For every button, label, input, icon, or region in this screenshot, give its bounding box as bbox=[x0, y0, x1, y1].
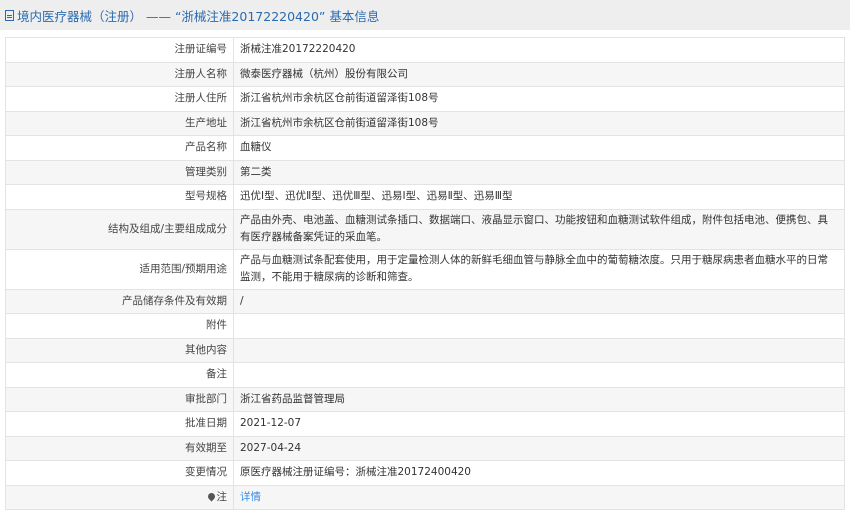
table-row: 产品储存条件及有效期 / bbox=[5, 288, 845, 314]
pin-icon bbox=[206, 491, 216, 502]
table-row: 产品名称 血糖仪 bbox=[5, 135, 845, 161]
table-row-note: 注详情 bbox=[5, 484, 845, 510]
table-row: 结构及组成/主要组成成分 产品由外壳、电池盖、血糖测试条插口、数据端口、液晶显示窗… bbox=[5, 208, 845, 250]
field-value: 产品由外壳、电池盖、血糖测试条插口、数据端口、液晶显示窗口、功能按钮和血糖测试软… bbox=[233, 208, 845, 250]
field-value: 微泰医疗器械（杭州）股份有限公司 bbox=[233, 61, 845, 87]
table-row: 变更情况 原医疗器械注册证编号：浙械注准20172400420 bbox=[5, 460, 845, 486]
table-row: 型号规格 迅优Ⅰ型、迅优Ⅱ型、迅优Ⅲ型、迅易Ⅰ型、迅易Ⅱ型、迅易Ⅲ型 bbox=[5, 184, 845, 210]
field-label: 备注 bbox=[5, 362, 234, 388]
field-label: 变更情况 bbox=[5, 460, 234, 486]
field-label: 注册人名称 bbox=[5, 61, 234, 87]
field-value: 血糖仪 bbox=[233, 135, 845, 161]
field-label: 适用范围/预期用途 bbox=[5, 248, 234, 290]
field-value bbox=[233, 313, 845, 339]
field-label: 型号规格 bbox=[5, 184, 234, 210]
field-value bbox=[233, 337, 845, 363]
field-label: 有效期至 bbox=[5, 435, 234, 461]
details-link[interactable]: 详情 bbox=[240, 491, 261, 503]
info-table: 注册证编号 浙械注准20172220420 注册人名称 微泰医疗器械（杭州）股份有限公… bbox=[5, 37, 845, 510]
field-label: 其他内容 bbox=[5, 337, 234, 363]
field-label: 审批部门 bbox=[5, 386, 234, 412]
field-label: 注 bbox=[5, 484, 234, 510]
field-value: 产品与血糖测试条配套使用，用于定量检测人体的新鲜毛细血管与静脉全血中的葡萄糖浓度… bbox=[233, 248, 845, 290]
field-label: 结构及组成/主要组成成分 bbox=[5, 208, 234, 250]
table-row: 备注 bbox=[5, 362, 845, 388]
table-row: 附件 bbox=[5, 313, 845, 339]
table-row: 注册人住所 浙江省杭州市余杭区仓前街道留泽街108号 bbox=[5, 86, 845, 112]
field-value: 原医疗器械注册证编号：浙械注准20172400420 bbox=[233, 460, 845, 486]
note-label: 注 bbox=[216, 490, 228, 503]
field-value: 浙江省药品监督管理局 bbox=[233, 386, 845, 412]
field-value: 2027-04-24 bbox=[233, 435, 845, 461]
table-row: 注册人名称 微泰医疗器械（杭州）股份有限公司 bbox=[5, 61, 845, 87]
table-row: 批准日期 2021-12-07 bbox=[5, 411, 845, 437]
field-value: 浙江省杭州市余杭区仓前街道留泽街108号 bbox=[233, 110, 845, 136]
field-label: 管理类别 bbox=[5, 159, 234, 185]
field-value bbox=[233, 362, 845, 388]
table-row: 审批部门 浙江省药品监督管理局 bbox=[5, 386, 845, 412]
field-value: 浙械注准20172220420 bbox=[233, 37, 845, 63]
table-row: 注册证编号 浙械注准20172220420 bbox=[5, 37, 845, 63]
field-value: 2021-12-07 bbox=[233, 411, 845, 437]
field-value: 浙江省杭州市余杭区仓前街道留泽街108号 bbox=[233, 86, 845, 112]
field-value: 第二类 bbox=[233, 159, 845, 185]
field-label: 注册证编号 bbox=[5, 37, 234, 63]
table-row: 管理类别 第二类 bbox=[5, 159, 845, 185]
page-header: 境内医疗器械（注册） —— “浙械注准20172220420” 基本信息 bbox=[0, 0, 850, 30]
field-value: 迅优Ⅰ型、迅优Ⅱ型、迅优Ⅲ型、迅易Ⅰ型、迅易Ⅱ型、迅易Ⅲ型 bbox=[233, 184, 845, 210]
field-value: 详情 bbox=[233, 484, 845, 510]
table-row: 适用范围/预期用途 产品与血糖测试条配套使用，用于定量检测人体的新鲜毛细血管与静脉… bbox=[5, 248, 845, 290]
table-row: 生产地址 浙江省杭州市余杭区仓前街道留泽街108号 bbox=[5, 110, 845, 136]
document-icon bbox=[5, 9, 14, 21]
table-row: 有效期至 2027-04-24 bbox=[5, 435, 845, 461]
field-label: 生产地址 bbox=[5, 110, 234, 136]
field-label: 产品名称 bbox=[5, 135, 234, 161]
field-value: / bbox=[233, 288, 845, 314]
field-label: 附件 bbox=[5, 313, 234, 339]
table-row: 其他内容 bbox=[5, 337, 845, 363]
field-label: 批准日期 bbox=[5, 411, 234, 437]
field-label: 产品储存条件及有效期 bbox=[5, 288, 234, 314]
page-title: 境内医疗器械（注册） —— “浙械注准20172220420” 基本信息 bbox=[17, 8, 380, 24]
field-label: 注册人住所 bbox=[5, 86, 234, 112]
